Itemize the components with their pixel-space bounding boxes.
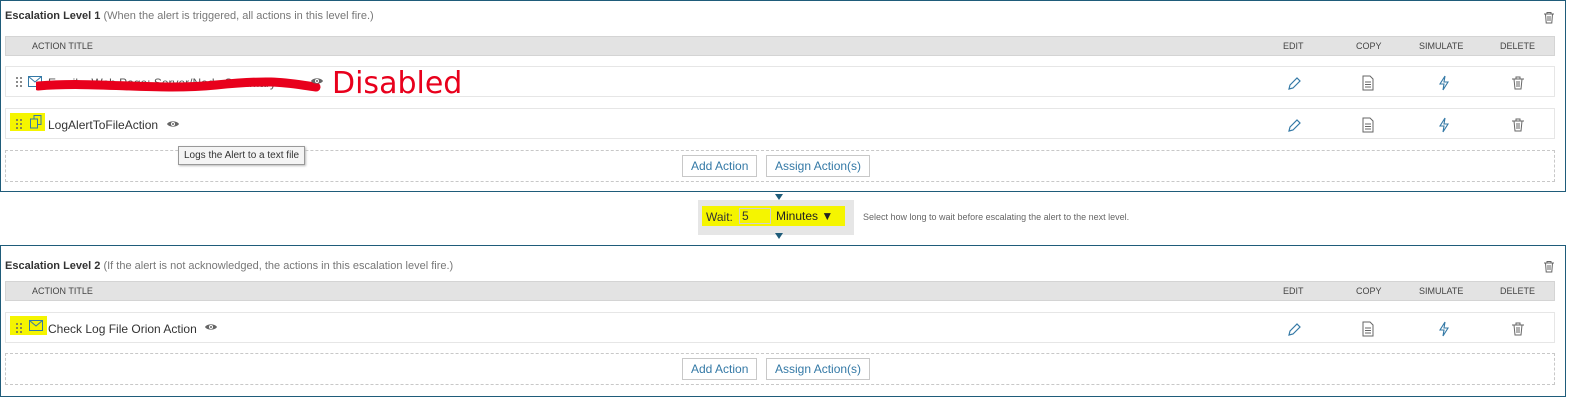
action-row[interactable]: LogAlertToFileAction <box>5 108 1555 139</box>
drag-handle-icon[interactable] <box>14 118 24 130</box>
copy-document-icon[interactable] <box>1361 117 1375 133</box>
edit-pencil-icon[interactable] <box>1287 75 1301 91</box>
column-copy: COPY <box>1356 41 1382 51</box>
wait-help-text: Select how long to wait before escalatin… <box>863 212 1130 222</box>
add-action-button[interactable]: Add Action <box>682 358 758 380</box>
column-copy: COPY <box>1356 286 1382 296</box>
disabled-annotation-text: Disabled <box>332 66 462 101</box>
simulate-bolt-icon[interactable] <box>1437 321 1451 337</box>
level-1-header: Escalation Level 1 (When the alert is tr… <box>5 10 374 22</box>
eye-icon[interactable] <box>310 76 324 86</box>
column-action-title: ACTION TITLE <box>32 41 93 51</box>
action-row[interactable]: Email a Web Page: Server/Node Summary Di… <box>5 66 1555 101</box>
copy-document-icon[interactable] <box>1361 321 1375 337</box>
delete-trash-icon[interactable] <box>1511 75 1525 91</box>
column-action-title: ACTION TITLE <box>32 286 93 296</box>
edit-pencil-icon[interactable] <box>1287 321 1301 337</box>
add-action-button[interactable]: Add Action <box>682 155 758 177</box>
column-simulate: SIMULATE <box>1419 286 1464 296</box>
level-1-title: Escalation Level 1 <box>5 10 101 22</box>
redaction-scribble <box>36 77 321 92</box>
action-title[interactable]: Check Log File Orion Action <box>48 322 197 336</box>
escalation-level-2: Escalation Level 2 (If the alert is not … <box>0 245 1566 397</box>
level-2-header: Escalation Level 2 (If the alert is not … <box>5 260 453 272</box>
add-action-area: Add Action Assign Action(s) <box>5 353 1555 385</box>
wait-value-input[interactable]: 5 <box>739 208 771 224</box>
level-1-description: (When the alert is triggered, all action… <box>103 10 374 22</box>
column-edit: EDIT <box>1283 286 1304 296</box>
eye-icon[interactable] <box>204 322 218 332</box>
delete-trash-icon[interactable] <box>1511 117 1525 133</box>
column-simulate: SIMULATE <box>1419 41 1464 51</box>
drag-handle-icon[interactable] <box>14 76 24 88</box>
assign-action-button[interactable]: Assign Action(s) <box>766 155 871 177</box>
simulate-bolt-icon[interactable] <box>1437 75 1451 91</box>
level-2-description: (If the alert is not acknowledged, the a… <box>103 260 454 272</box>
column-edit: EDIT <box>1283 41 1304 51</box>
level-2-table-header: ACTION TITLE EDIT COPY SIMULATE DELETE <box>5 281 1555 301</box>
edit-pencil-icon[interactable] <box>1287 117 1301 133</box>
delete-level-1-icon[interactable] <box>1543 11 1555 24</box>
action-row[interactable]: Check Log File Orion Action <box>5 312 1555 343</box>
disabled-annotation: Disabled <box>332 66 462 101</box>
connector-arrow-icon <box>775 233 783 239</box>
column-delete: DELETE <box>1500 41 1536 51</box>
column-delete: DELETE <box>1500 286 1536 296</box>
log-file-icon <box>30 115 42 129</box>
level-1-table-header: ACTION TITLE EDIT COPY SIMULATE DELETE <box>5 36 1555 56</box>
level-2-title: Escalation Level 2 <box>5 260 101 272</box>
copy-document-icon[interactable] <box>1361 75 1375 91</box>
wait-unit-select[interactable]: Minutes ▼ <box>776 208 840 224</box>
action-tooltip: Logs the Alert to a text file <box>178 146 306 165</box>
assign-action-button[interactable]: Assign Action(s) <box>766 358 871 380</box>
eye-icon[interactable] <box>166 119 180 129</box>
delete-level-2-icon[interactable] <box>1543 260 1555 273</box>
action-title[interactable]: LogAlertToFileAction <box>48 118 158 132</box>
simulate-bolt-icon[interactable] <box>1437 117 1451 133</box>
delete-trash-icon[interactable] <box>1511 321 1525 337</box>
envelope-icon <box>29 320 43 331</box>
wait-label: Wait: <box>706 210 733 224</box>
drag-handle-icon[interactable] <box>14 322 24 334</box>
